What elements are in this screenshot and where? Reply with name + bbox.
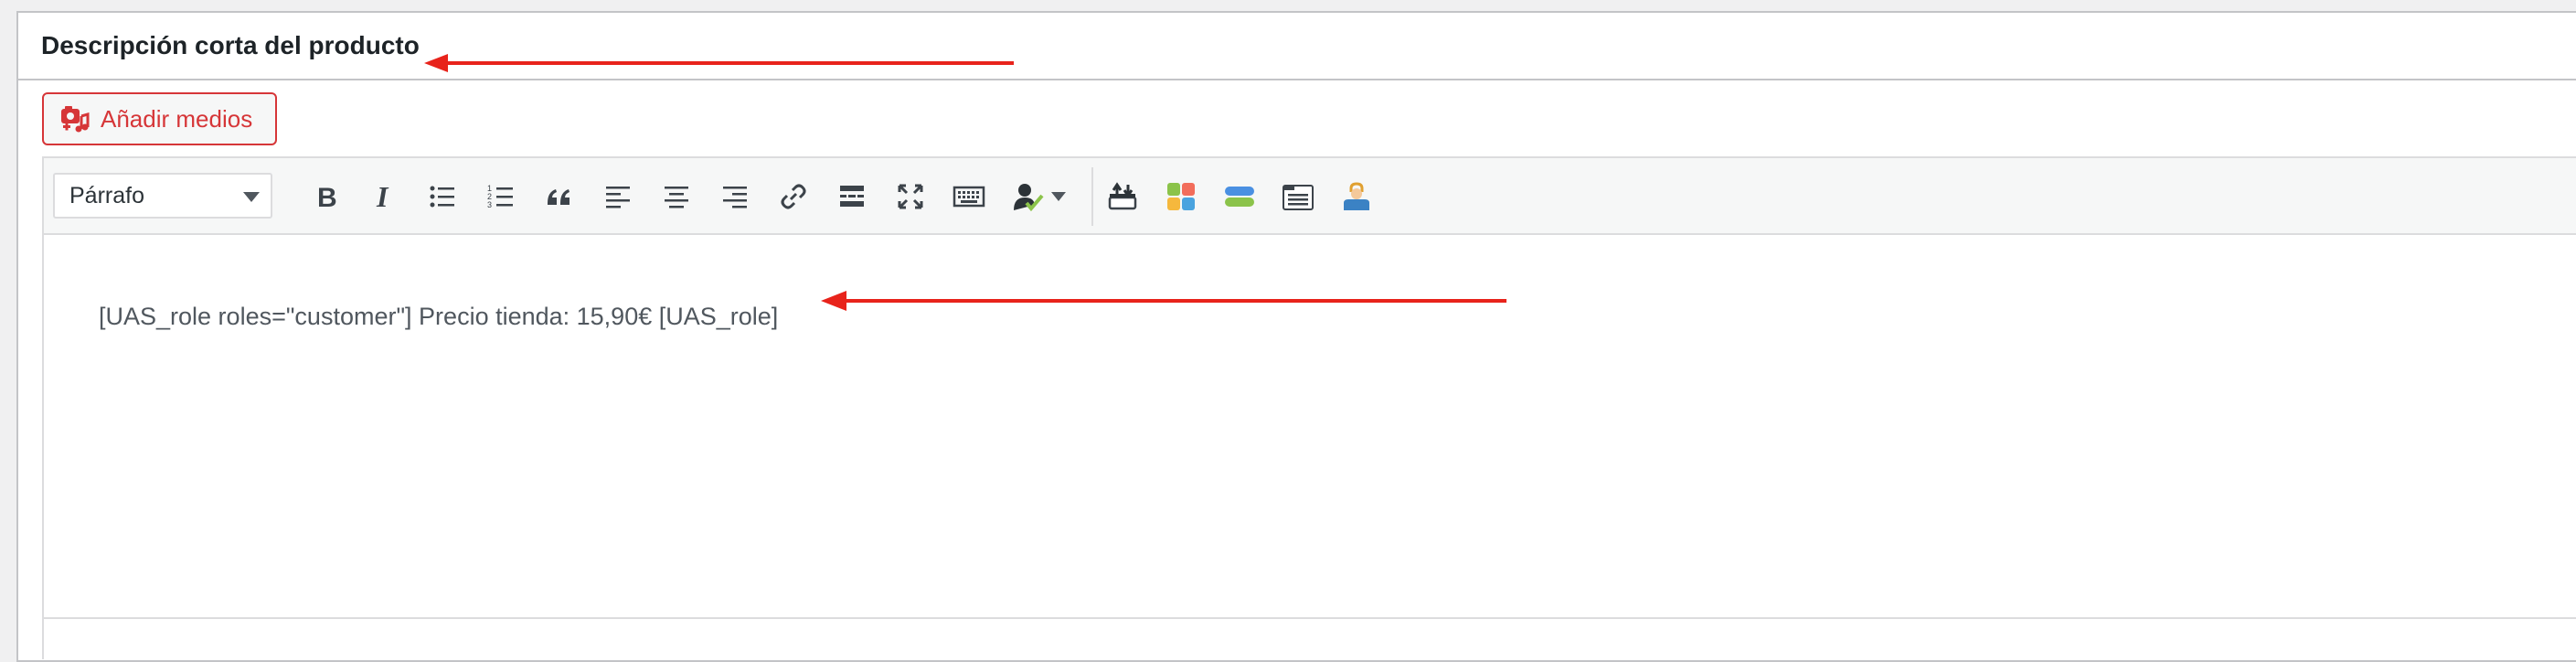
buttons-icon (1225, 187, 1254, 207)
bulleted-list-icon (430, 186, 454, 208)
align-center-icon (665, 187, 688, 208)
bold-button[interactable]: B (305, 176, 346, 217)
toolbar-separator (1091, 167, 1093, 226)
buttons-shortcode-button[interactable] (1219, 176, 1260, 217)
read-more-button[interactable] (832, 176, 872, 217)
short-description-panel: Descripción corta del producto Añadir me… (16, 11, 2576, 662)
add-media-button[interactable]: Añadir medios (42, 92, 277, 145)
link-icon (781, 184, 806, 209)
italic-icon: I (376, 183, 389, 210)
tabs-shortcode-button[interactable] (1278, 176, 1318, 217)
chevron-down-icon (243, 192, 260, 202)
dropdown-caret-icon (1051, 192, 1066, 201)
bulleted-list-button[interactable] (422, 176, 463, 217)
format-select-value: Párrafo (69, 183, 144, 208)
shortcode-insert-button[interactable] (1102, 176, 1143, 217)
editor-statusbar (44, 617, 2576, 659)
user-role-icon (1014, 184, 1044, 212)
align-left-icon (606, 187, 630, 208)
align-center-button[interactable] (656, 176, 697, 217)
add-media-label: Añadir medios (101, 104, 253, 133)
shortcode-insert-icon (1108, 182, 1137, 210)
align-right-icon (723, 187, 747, 208)
read-more-icon (840, 186, 864, 207)
editor-toolbar: Párrafo B I 1 2 3 (44, 158, 2576, 235)
fullscreen-button[interactable] (890, 176, 931, 217)
user-lock-button[interactable] (1336, 176, 1377, 217)
svg-text:3: 3 (487, 200, 492, 209)
svg-text:I: I (376, 183, 389, 210)
annotation-arrow-content (821, 291, 1506, 311)
italic-button[interactable]: I (364, 176, 404, 217)
numbered-list-icon: 1 2 3 (487, 184, 513, 209)
color-blocks-icon (1167, 183, 1195, 210)
align-right-button[interactable] (715, 176, 755, 217)
blockquote-icon (548, 189, 569, 205)
panel-header: Descripción corta del producto (18, 13, 2576, 80)
user-lock-icon (1344, 182, 1369, 210)
panel-title: Descripción corta del producto (41, 31, 420, 59)
add-media-icon (59, 102, 91, 135)
fullscreen-icon (898, 184, 923, 209)
blockquote-button[interactable] (539, 176, 580, 217)
tabs-icon (1283, 185, 1314, 210)
rich-text-editor: Párrafo B I 1 2 3 [UAS_role roles="custo… (42, 156, 2576, 659)
keyboard-icon (953, 186, 985, 208)
bold-icon: B (317, 183, 337, 210)
annotation-arrow-title (424, 54, 1014, 72)
user-role-dropdown-button[interactable] (1007, 176, 1071, 217)
color-blocks-button[interactable] (1161, 176, 1201, 217)
link-button[interactable] (773, 176, 814, 217)
align-left-button[interactable] (598, 176, 638, 217)
svg-text:B: B (317, 183, 337, 210)
format-select[interactable]: Párrafo (53, 173, 272, 219)
toolbar-toggle-button[interactable] (949, 176, 989, 217)
editor-content-text: [UAS_role roles="customer"] Precio tiend… (99, 303, 779, 330)
numbered-list-button[interactable]: 1 2 3 (481, 176, 521, 217)
